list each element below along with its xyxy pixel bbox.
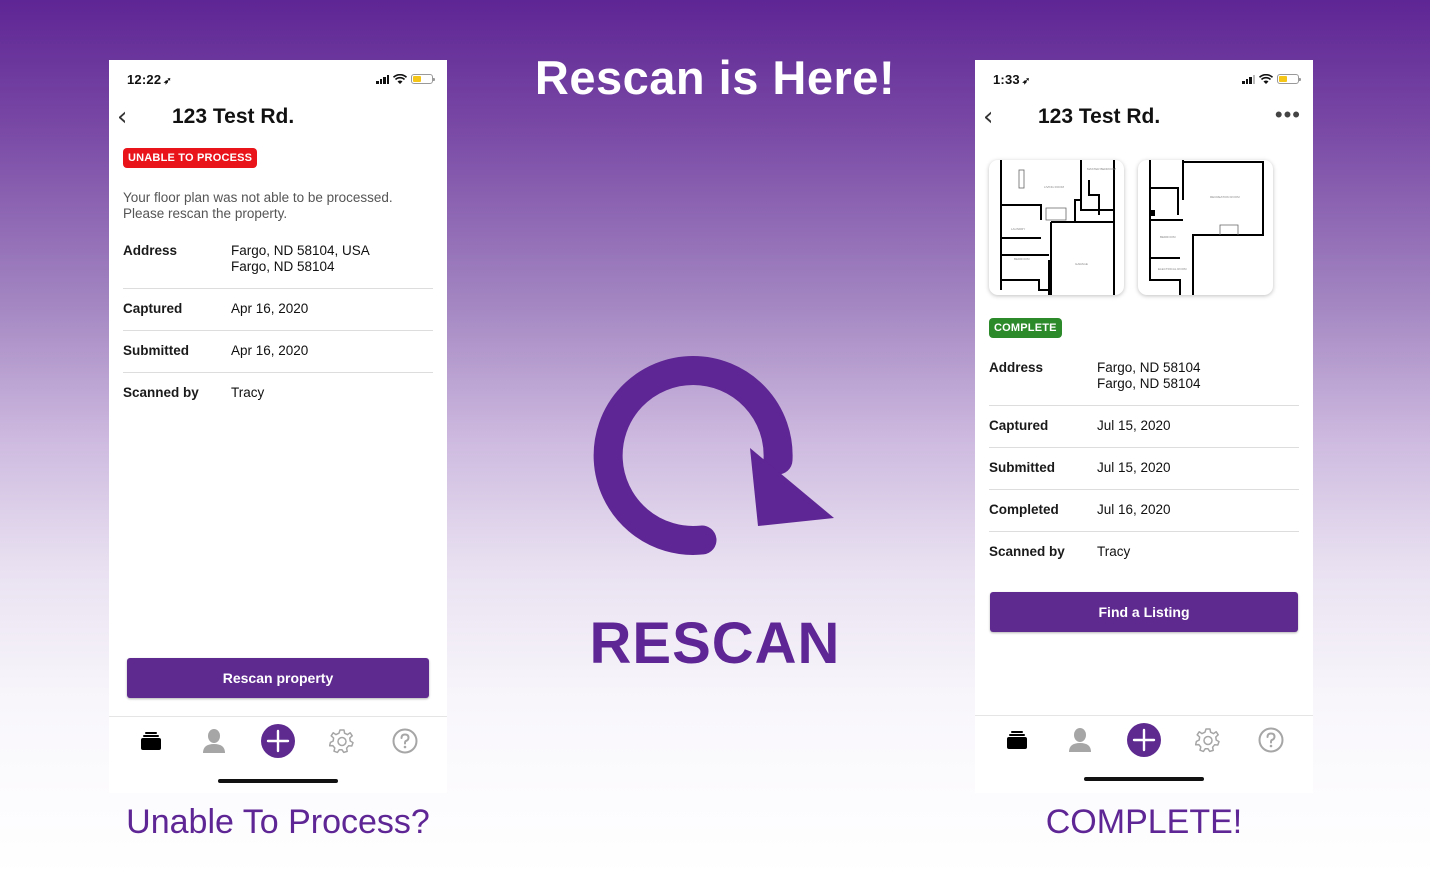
svg-text:RECREATION ROOM: RECREATION ROOM: [1210, 195, 1240, 199]
status-bar: 1:33 ➶: [993, 70, 1301, 88]
detail-value: Fargo, ND 58104, USA Fargo, ND 58104: [231, 243, 370, 274]
person-icon: [1069, 727, 1092, 752]
detail-label: Address: [989, 360, 1044, 375]
signal-icon: [376, 74, 389, 84]
status-badge: UNABLE TO PROCESS: [123, 148, 258, 168]
location-arrow-icon: ➶: [163, 75, 172, 87]
detail-label: Captured: [989, 418, 1049, 433]
detail-value: Jul 16, 2020: [1097, 502, 1171, 517]
detail-row-captured: Captured Jul 15, 2020: [989, 406, 1299, 448]
tab-bar: [975, 715, 1313, 763]
rescan-arrow-icon: [593, 355, 834, 555]
location-arrow-icon: ➶: [1021, 75, 1031, 87]
status-time: 12:22 ➶: [127, 71, 172, 87]
find-listing-button[interactable]: Find a Listing: [990, 592, 1298, 632]
tab-help[interactable]: [385, 721, 425, 761]
svg-text:MASTER BEDROOM: MASTER BEDROOM: [1087, 167, 1116, 171]
detail-row-completed: Completed Jul 16, 2020: [989, 490, 1299, 532]
stack-icon: [140, 731, 161, 750]
svg-text:ELECTRICAL ROOM: ELECTRICAL ROOM: [1158, 267, 1187, 271]
caption-complete: COMPLETE!: [1045, 803, 1243, 841]
svg-text:LIVING ROOM: LIVING ROOM: [1044, 185, 1065, 189]
gear-icon: [328, 728, 354, 753]
battery-icon: [411, 74, 435, 84]
detail-value: Fargo, ND 58104 Fargo, ND 58104: [1097, 360, 1201, 391]
details-list: Address Fargo, ND 58104 Fargo, ND 58104 C…: [989, 360, 1299, 573]
page-title: 123 Test Rd.: [172, 105, 295, 128]
tab-new-scan[interactable]: [258, 721, 298, 761]
tab-profile[interactable]: [1060, 720, 1100, 760]
detail-label: Submitted: [989, 460, 1055, 475]
tab-settings[interactable]: [322, 721, 362, 761]
back-button[interactable]: ‹: [983, 104, 993, 130]
person-icon: [203, 728, 226, 753]
status-time: 1:33 ➶: [993, 71, 1031, 87]
more-options-button[interactable]: •••: [1275, 102, 1301, 128]
tab-profile[interactable]: [194, 721, 234, 761]
detail-value: Jul 15, 2020: [1097, 460, 1171, 475]
tab-scans[interactable]: [131, 721, 171, 761]
status-bar: 12:22 ➶: [127, 70, 435, 88]
wifi-icon: [1259, 73, 1273, 84]
battery-icon: [1277, 74, 1301, 84]
tab-bar: [109, 716, 447, 764]
caption-unable-to-process: Unable To Process?: [126, 803, 430, 841]
stack-icon: [1006, 730, 1027, 749]
tab-help[interactable]: [1251, 720, 1291, 760]
detail-value: Tracy: [1097, 544, 1131, 559]
svg-text:BEDROOM: BEDROOM: [1014, 257, 1030, 261]
status-badge: COMPLETE: [989, 318, 1062, 338]
svg-text:LAUNDRY: LAUNDRY: [1011, 227, 1025, 231]
detail-row-scanned-by: Scanned by Tracy: [989, 532, 1299, 573]
help-icon: [1258, 727, 1284, 752]
floorplan-image: LIVING ROOMMASTER BEDROOM GARAGEBEDROOM …: [1000, 160, 1116, 295]
rescan-property-button[interactable]: Rescan property: [127, 658, 429, 698]
phone-complete: 1:33 ➶ ‹ 123 Test Rd. ••• LIVING ROOM MAST: [975, 60, 1313, 793]
gear-icon: [1194, 727, 1220, 752]
detail-label: Captured: [123, 301, 183, 316]
detail-row-submitted: Submitted Apr 16, 2020: [123, 331, 433, 373]
detail-label: Address: [123, 243, 178, 258]
wifi-icon: [393, 73, 407, 84]
detail-value: Apr 16, 2020: [231, 301, 309, 316]
home-indicator: [1084, 777, 1204, 781]
home-indicator: [218, 779, 338, 783]
nav-header: ‹ 123 Test Rd. •••: [975, 100, 1313, 136]
help-icon: [392, 728, 418, 753]
detail-label: Scanned by: [989, 544, 1065, 559]
detail-row-submitted: Submitted Jul 15, 2020: [989, 448, 1299, 490]
error-message: Your floor plan was not able to be proce…: [123, 190, 393, 221]
detail-label: Completed: [989, 502, 1059, 517]
plus-circle-icon: [1126, 722, 1161, 757]
floorplan-gallery: LIVING ROOM MASTER BEDROOM GARAGE BEDROOM …: [989, 160, 1273, 295]
detail-value: Tracy: [231, 385, 265, 400]
page-title: 123 Test Rd.: [1038, 105, 1161, 128]
floorplan-thumbnail-1[interactable]: LIVING ROOM MASTER BEDROOM GARAGE BEDROOM …: [989, 160, 1124, 295]
back-button[interactable]: ‹: [117, 104, 127, 130]
detail-row-address: Address Fargo, ND 58104 Fargo, ND 58104: [989, 360, 1299, 406]
signal-icon: [1242, 74, 1255, 84]
detail-label: Submitted: [123, 343, 189, 358]
phone-unable-to-process: 12:22 ➶ ‹ 123 Test Rd. UNABLE TO PROCESS …: [109, 60, 447, 793]
tab-scans[interactable]: [997, 720, 1037, 760]
detail-value: Apr 16, 2020: [231, 343, 309, 358]
detail-row-captured: Captured Apr 16, 2020: [123, 289, 433, 331]
detail-label: Scanned by: [123, 385, 199, 400]
svg-text:BEDROOM: BEDROOM: [1160, 235, 1176, 239]
nav-header: ‹ 123 Test Rd.: [109, 100, 447, 136]
floorplan-image: RECREATION ROOM BEDROOM ELECTRICAL ROOM: [1149, 160, 1264, 295]
floorplan-thumbnail-2[interactable]: RECREATION ROOM BEDROOM ELECTRICAL ROOM: [1138, 160, 1273, 295]
details-list: Address Fargo, ND 58104, USA Fargo, ND 58…: [123, 243, 433, 414]
detail-row-scanned-by: Scanned by Tracy: [123, 373, 433, 414]
detail-value: Jul 15, 2020: [1097, 418, 1171, 433]
detail-row-address: Address Fargo, ND 58104, USA Fargo, ND 58…: [123, 243, 433, 289]
tab-new-scan[interactable]: [1124, 720, 1164, 760]
plus-circle-icon: [260, 723, 295, 758]
tab-settings[interactable]: [1188, 720, 1228, 760]
svg-text:GARAGE: GARAGE: [1075, 262, 1088, 266]
